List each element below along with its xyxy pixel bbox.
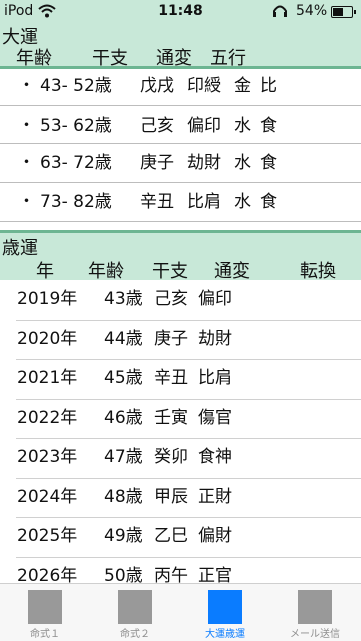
- saiun-row[interactable]: 2024年 48歳 甲辰 正財: [0, 478, 361, 517]
- row-kanshi: 辛丑: [154, 368, 188, 388]
- row-tsuhen: 比肩: [187, 192, 221, 212]
- row-relation: 比: [260, 76, 277, 96]
- row-age: 43歳: [104, 289, 143, 309]
- row-kanshi: 壬寅: [154, 408, 188, 428]
- tab-mail[interactable]: メール送信: [270, 584, 360, 641]
- saiun-row[interactable]: 2021年 45歳 辛丑 比肩: [0, 359, 361, 398]
- saiun-row[interactable]: 2022年 46歳 壬寅 傷官: [0, 399, 361, 438]
- saiun-row[interactable]: 2023年 47歳 癸卯 食神: [0, 438, 361, 477]
- daiun-row[interactable]: ・ 43- 52歳 戊戌 印綬 金 比: [0, 66, 361, 106]
- row-kanshi: 乙巳: [154, 526, 188, 546]
- saiun-row[interactable]: 2019年 43歳 己亥 偏印: [0, 280, 361, 319]
- row-age: 73- 82歳: [40, 192, 112, 212]
- tab-icon: [208, 590, 242, 624]
- row-kanshi: 庚子: [154, 329, 188, 349]
- row-tsuhen: 偏印: [198, 289, 232, 309]
- row-kanshi: 庚子: [140, 153, 174, 173]
- tab-daiun-saiun[interactable]: 大運歳運: [180, 584, 270, 641]
- tab-meishiki-1[interactable]: 命式１: [0, 584, 90, 641]
- saiun-title: 歳運: [2, 238, 38, 259]
- daiun-row[interactable]: ・ 63- 72歳 庚子 劫財 水 食: [0, 143, 361, 183]
- row-year: 2023年: [17, 447, 78, 467]
- row-bullet: ・: [18, 192, 35, 212]
- row-tsuhen: 偏財: [198, 526, 232, 546]
- row-tsuhen: 印綬: [187, 76, 221, 96]
- row-tsuhen: 偏印: [187, 116, 221, 136]
- row-separator: [0, 221, 361, 222]
- battery-icon: [331, 6, 356, 18]
- row-year: 2024年: [17, 487, 78, 507]
- row-year: 2019年: [17, 289, 78, 309]
- row-kanshi: 戊戌: [140, 76, 174, 96]
- row-year: 2021年: [17, 368, 78, 388]
- row-age: 45歳: [104, 368, 143, 388]
- tab-icon: [298, 590, 332, 624]
- row-bullet: ・: [18, 76, 35, 96]
- row-element: 水: [234, 116, 251, 136]
- saiun-row[interactable]: 2020年 44歳 庚子 劫財: [0, 320, 361, 359]
- row-age: 46歳: [104, 408, 143, 428]
- row-age: 63- 72歳: [40, 153, 112, 173]
- row-age: 47歳: [104, 447, 143, 467]
- row-relation: 食: [260, 153, 277, 173]
- row-year: 2025年: [17, 526, 78, 546]
- tab-meishiki-2[interactable]: 命式２: [90, 584, 180, 641]
- row-age: 49歳: [104, 526, 143, 546]
- row-element: 水: [234, 192, 251, 212]
- daiun-row[interactable]: ・ 73- 82歳 辛丑 比肩 水 食: [0, 182, 361, 222]
- tab-label: 命式２: [120, 629, 150, 640]
- row-element: 金: [234, 76, 251, 96]
- row-age: 48歳: [104, 487, 143, 507]
- row-age: 53- 62歳: [40, 116, 112, 136]
- row-kanshi: 己亥: [140, 116, 174, 136]
- row-tsuhen: 劫財: [198, 329, 232, 349]
- row-bullet: ・: [18, 153, 35, 173]
- tab-label: メール送信: [290, 629, 340, 640]
- row-kanshi: 己亥: [154, 289, 188, 309]
- row-age: 43- 52歳: [40, 76, 112, 96]
- tab-bar: 命式１ 命式２ 大運歳運 メール送信: [0, 583, 361, 641]
- daiun-header: 大運 年齢 干支 通変 五行: [0, 22, 361, 69]
- row-tsuhen: 劫財: [187, 153, 221, 173]
- row-tsuhen: 食神: [198, 447, 232, 467]
- tab-icon: [118, 590, 152, 624]
- daiun-row[interactable]: ・ 53- 62歳 己亥 偏印 水 食: [0, 106, 361, 146]
- tab-label: 大運歳運: [205, 629, 245, 640]
- row-element: 水: [234, 153, 251, 173]
- row-tsuhen: 比肩: [198, 368, 232, 388]
- row-year: 2022年: [17, 408, 78, 428]
- status-bar: iPod 11:48 54%: [0, 0, 361, 22]
- battery-percentage: 54%: [296, 3, 328, 19]
- saiun-header: 歳運 年 年齢 干支 通変 転換: [0, 233, 361, 282]
- row-kanshi: 甲辰: [154, 487, 188, 507]
- row-bullet: ・: [18, 116, 35, 136]
- row-year: 2020年: [17, 329, 78, 349]
- row-kanshi: 辛丑: [140, 192, 174, 212]
- row-kanshi: 癸卯: [154, 447, 188, 467]
- row-relation: 食: [260, 192, 277, 212]
- saiun-row[interactable]: 2025年 49歳 乙巳 偏財: [0, 517, 361, 556]
- row-tsuhen: 傷官: [198, 408, 232, 428]
- battery-fill: [333, 8, 343, 16]
- row-tsuhen: 正財: [198, 487, 232, 507]
- row-age: 44歳: [104, 329, 143, 349]
- row-relation: 食: [260, 116, 277, 136]
- tab-icon: [28, 590, 62, 624]
- tab-label: 命式１: [30, 629, 60, 640]
